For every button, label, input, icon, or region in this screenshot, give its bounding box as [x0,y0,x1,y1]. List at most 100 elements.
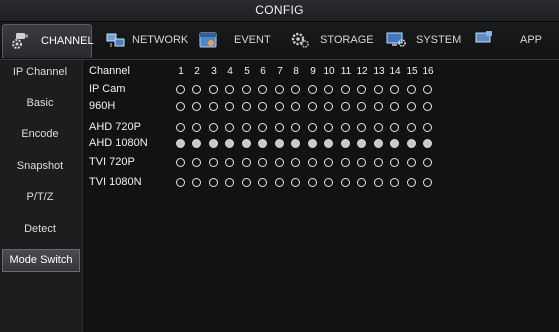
mode-radio[interactable] [407,158,416,167]
mode-radio[interactable] [275,102,284,111]
mode-radio[interactable] [407,178,416,187]
mode-radio[interactable] [258,178,267,187]
mode-radio[interactable] [357,139,366,148]
mode-radio[interactable] [341,178,350,187]
mode-radio[interactable] [209,139,218,148]
mode-radio[interactable] [324,139,333,148]
mode-radio[interactable] [258,85,267,94]
mode-radio[interactable] [324,123,333,132]
mode-radio[interactable] [291,102,300,111]
mode-radio[interactable] [258,123,267,132]
mode-radio[interactable] [407,85,416,94]
mode-radio[interactable] [341,102,350,111]
mode-radio[interactable] [374,85,383,94]
mode-radio[interactable] [209,123,218,132]
mode-radio[interactable] [423,123,432,132]
mode-radio[interactable] [291,158,300,167]
mode-radio[interactable] [176,123,185,132]
mode-radio[interactable] [357,123,366,132]
mode-radio[interactable] [407,123,416,132]
mode-radio[interactable] [374,178,383,187]
mode-radio[interactable] [390,102,399,111]
mode-radio[interactable] [225,178,234,187]
tab-system[interactable]: SYSTEM [382,24,466,57]
sidebar-item-mode-switch[interactable]: Mode Switch [2,249,80,272]
mode-radio[interactable] [225,158,234,167]
mode-radio[interactable] [242,102,251,111]
mode-radio[interactable] [324,158,333,167]
mode-radio[interactable] [225,85,234,94]
mode-radio[interactable] [192,158,201,167]
mode-radio[interactable] [275,158,284,167]
mode-radio[interactable] [308,139,317,148]
mode-radio[interactable] [275,85,284,94]
mode-radio[interactable] [176,102,185,111]
sidebar-item-ptz[interactable]: P/T/Z [2,187,78,208]
tab-event[interactable]: EVENT [190,24,280,57]
mode-radio[interactable] [341,85,350,94]
mode-radio[interactable] [291,123,300,132]
mode-radio[interactable] [407,139,416,148]
mode-radio[interactable] [258,139,267,148]
mode-radio[interactable] [176,139,185,148]
mode-radio[interactable] [242,85,251,94]
mode-radio[interactable] [341,139,350,148]
mode-radio[interactable] [308,85,317,94]
mode-radio[interactable] [275,139,284,148]
sidebar-item-snapshot[interactable]: Snapshot [2,156,78,177]
mode-radio[interactable] [390,85,399,94]
mode-radio[interactable] [423,85,432,94]
mode-radio[interactable] [192,123,201,132]
mode-radio[interactable] [324,85,333,94]
mode-radio[interactable] [357,158,366,167]
mode-radio[interactable] [258,102,267,111]
mode-radio[interactable] [209,178,218,187]
mode-radio[interactable] [390,139,399,148]
tab-storage[interactable]: STORAGE [284,24,378,57]
mode-radio[interactable] [390,158,399,167]
mode-radio[interactable] [242,123,251,132]
mode-radio[interactable] [308,178,317,187]
mode-radio[interactable] [423,102,432,111]
mode-radio[interactable] [357,102,366,111]
mode-radio[interactable] [192,178,201,187]
mode-radio[interactable] [423,178,432,187]
tab-channel[interactable]: CHANNEL [2,24,94,58]
mode-radio[interactable] [423,139,432,148]
tab-network[interactable]: NETWORK [94,24,188,57]
mode-radio[interactable] [341,158,350,167]
mode-radio[interactable] [176,158,185,167]
mode-radio[interactable] [341,123,350,132]
mode-radio[interactable] [390,178,399,187]
mode-radio[interactable] [407,102,416,111]
mode-radio[interactable] [242,139,251,148]
sidebar-item-basic[interactable]: Basic [2,93,78,114]
mode-radio[interactable] [209,85,218,94]
tab-app[interactable]: APP [470,24,557,57]
mode-radio[interactable] [374,158,383,167]
mode-radio[interactable] [192,85,201,94]
mode-radio[interactable] [275,178,284,187]
mode-radio[interactable] [258,158,267,167]
sidebar-item-ip-channel[interactable]: IP Channel [2,62,78,83]
mode-radio[interactable] [374,123,383,132]
mode-radio[interactable] [357,178,366,187]
mode-radio[interactable] [357,85,366,94]
mode-radio[interactable] [291,178,300,187]
mode-radio[interactable] [291,139,300,148]
sidebar-item-detect[interactable]: Detect [2,219,78,240]
mode-radio[interactable] [209,158,218,167]
mode-radio[interactable] [390,123,399,132]
mode-radio[interactable] [192,102,201,111]
mode-radio[interactable] [324,102,333,111]
mode-radio[interactable] [308,102,317,111]
sidebar-item-encode[interactable]: Encode [2,124,78,145]
mode-radio[interactable] [374,102,383,111]
mode-radio[interactable] [308,123,317,132]
mode-radio[interactable] [176,85,185,94]
mode-radio[interactable] [324,178,333,187]
mode-radio[interactable] [423,158,432,167]
mode-radio[interactable] [225,123,234,132]
mode-radio[interactable] [374,139,383,148]
mode-radio[interactable] [225,102,234,111]
